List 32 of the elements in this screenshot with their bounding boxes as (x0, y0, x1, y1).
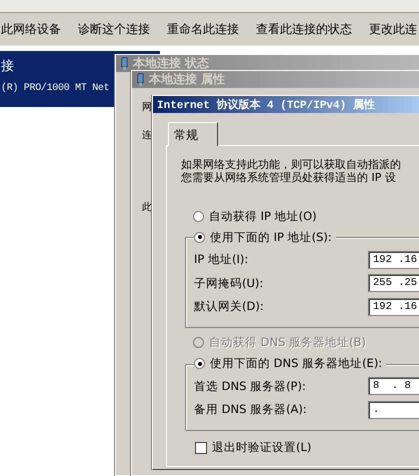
label: 连 (142, 129, 152, 142)
toolbar-item[interactable]: 重命名此连接 (167, 20, 239, 38)
description-text: 如果网络支持此功能，则可以获取自动指派的 (181, 158, 402, 171)
radio-button[interactable] (194, 232, 205, 242)
connection-name: 接 (1, 58, 14, 75)
field-label: 子网掩码(U): (194, 276, 264, 291)
toolbar-item[interactable]: 更改此连 (369, 20, 417, 38)
network-adapter-icon (136, 72, 145, 86)
field-label: 首选 DNS 服务器(P): (194, 378, 306, 394)
description-text: 您需要从网络系统管理员处获得适当的 IP 设 (181, 171, 397, 184)
checkbox[interactable] (195, 442, 207, 454)
ip-field[interactable]: 8 . 8 (368, 377, 419, 396)
tab[interactable]: 常规 (168, 122, 218, 146)
ip-field[interactable]: . (368, 400, 419, 419)
field-label: 默认网关(D): (194, 299, 264, 314)
radio-option[interactable]: 使用下面的 IP 地址(S): (194, 229, 336, 245)
toolbar-item[interactable]: 查看此连接的状态 (256, 20, 352, 38)
radio-button[interactable] (193, 210, 204, 222)
field-label: 备用 DNS 服务器(A): (194, 402, 307, 418)
window-title: Internet 协议版本 4 (TCP/IPv4) 属性 (157, 98, 375, 112)
adapter-name: (R) PRO/1000 MT Net (1, 83, 110, 94)
ip-field[interactable]: 192 .16 (368, 250, 419, 269)
checkbox-option[interactable]: 退出时验证设置(L) (195, 440, 419, 456)
network-adapter-icon (120, 56, 129, 70)
field-label: IP 地址(I): (194, 252, 248, 268)
radio-button[interactable] (194, 358, 205, 369)
ip-field[interactable]: 192 .16 (368, 298, 419, 316)
toolbar-item[interactable]: 诊断这个连接 (78, 20, 150, 38)
radio-option[interactable]: 使用下面的 DNS 服务器地址(E): (194, 356, 386, 372)
toolbar-item[interactable]: 此网络设备 (1, 20, 61, 38)
radio-option[interactable]: 自动获得 IP 地址(O) (193, 208, 419, 224)
ip-field[interactable]: 255 .25 (368, 274, 419, 292)
